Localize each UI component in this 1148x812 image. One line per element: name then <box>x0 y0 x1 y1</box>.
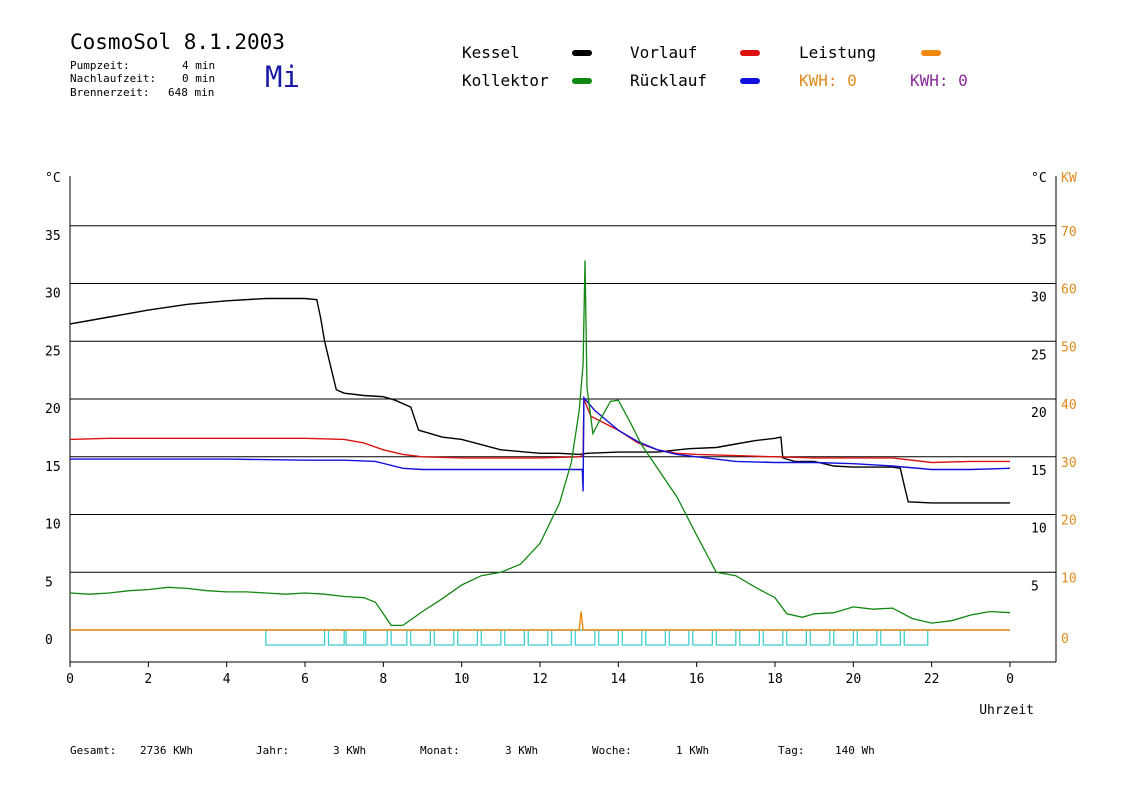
footer-jahr-value: 3 KWh <box>333 744 367 757</box>
pump-marker <box>786 629 807 646</box>
pump-marker <box>598 629 619 646</box>
y-tick-label-right: 25 <box>1031 348 1047 363</box>
y-tick-label-kw: 50 <box>1061 340 1077 355</box>
footer-woche-value: 1 KWh <box>676 744 710 757</box>
series-line-leistung <box>70 611 1010 631</box>
pump-marker <box>645 629 666 646</box>
x-tick-label: 10 <box>454 672 470 687</box>
pump-marker <box>809 629 831 646</box>
y-right-unit-label: °C <box>1031 171 1047 186</box>
pump-marker <box>551 629 572 646</box>
footer-tag-value: 140 Wh <box>835 744 875 757</box>
y-tick-label-left: 5 <box>45 575 53 590</box>
y-tick-label-left: 35 <box>45 229 61 244</box>
y-tick-label-kw: 30 <box>1061 456 1077 471</box>
pump-marker <box>480 629 502 646</box>
x-tick-label: 8 <box>379 672 387 687</box>
pump-marker <box>327 629 345 646</box>
pump-marker <box>739 629 760 646</box>
pump-marker <box>715 629 737 646</box>
pump-marker <box>365 629 388 646</box>
x-tick-label: 14 <box>611 672 627 687</box>
series-line-ruecklauf <box>70 395 1011 492</box>
pump-marker <box>265 629 326 646</box>
x-tick-label: 12 <box>532 672 548 687</box>
x-tick-label: 22 <box>924 672 940 687</box>
series-line-kessel <box>69 297 1010 504</box>
y-tick-label-left: 10 <box>45 518 61 533</box>
footer-jahr-label: Jahr: <box>256 744 290 757</box>
y-tick-label-left: 20 <box>45 402 61 417</box>
y-tick-label-left: 25 <box>45 344 61 359</box>
y-tick-label-right: 20 <box>1031 406 1047 421</box>
y-tick-label-left: 30 <box>45 287 61 302</box>
pump-marker <box>692 629 713 646</box>
y-tick-label-right: 5 <box>1031 579 1039 594</box>
footer-tag-label: Tag: <box>778 744 805 757</box>
x-tick-label: 6 <box>301 672 309 687</box>
pump-marker <box>410 629 431 646</box>
y-tick-label-kw: 0 <box>1061 632 1069 647</box>
pump-marker <box>574 629 596 646</box>
x-tick-label: 0 <box>1006 672 1014 687</box>
footer-gesamt-label: Gesamt: <box>70 744 117 757</box>
x-axis-label: Uhrzeit <box>979 703 1034 718</box>
pump-marker <box>856 629 878 646</box>
pump-marker <box>504 629 525 646</box>
y-tick-label-kw: 70 <box>1061 225 1077 240</box>
y-tick-label-left: 0 <box>45 633 53 648</box>
x-tick-label: 4 <box>223 672 231 687</box>
footer-woche-label: Woche: <box>592 744 632 757</box>
series-line-kollektor <box>69 260 1011 627</box>
y-tick-label-right: 10 <box>1031 522 1047 537</box>
pump-marker <box>762 629 784 646</box>
pump-marker <box>833 629 854 646</box>
footer-gesamt-value: 2736 KWh <box>140 744 193 757</box>
y-right2-unit-label: KW <box>1061 171 1077 186</box>
pump-marker <box>433 629 455 646</box>
y-tick-label-right: 30 <box>1031 291 1047 306</box>
y-tick-label-kw: 60 <box>1061 283 1077 298</box>
pump-marker <box>621 629 643 646</box>
pump-marker <box>527 629 549 646</box>
x-tick-label: 16 <box>689 672 705 687</box>
pump-marker <box>668 629 690 646</box>
y-tick-label-right: 15 <box>1031 464 1047 479</box>
pump-marker <box>880 629 901 646</box>
y-tick-label-right: 35 <box>1031 233 1047 248</box>
y-tick-label-kw: 20 <box>1061 514 1077 529</box>
x-tick-label: 18 <box>767 672 783 687</box>
footer-monat-label: Monat: <box>420 744 460 757</box>
temperature-chart: °C °C KW0510152025303551015202530350102030… <box>45 171 1077 718</box>
y-tick-label-kw: 10 <box>1061 571 1077 586</box>
pump-marker <box>345 629 365 646</box>
y-tick-label-left: 15 <box>45 460 61 475</box>
footer-monat-value: 3 KWh <box>505 744 539 757</box>
x-tick-label: 2 <box>144 672 152 687</box>
pump-marker <box>390 629 408 646</box>
y-tick-label-kw: 40 <box>1061 398 1077 413</box>
x-tick-label: 20 <box>846 672 862 687</box>
y-left-unit-label: °C <box>45 171 61 186</box>
pump-marker <box>457 629 478 646</box>
x-tick-label: 0 <box>66 672 74 687</box>
pump-marker <box>903 629 929 646</box>
